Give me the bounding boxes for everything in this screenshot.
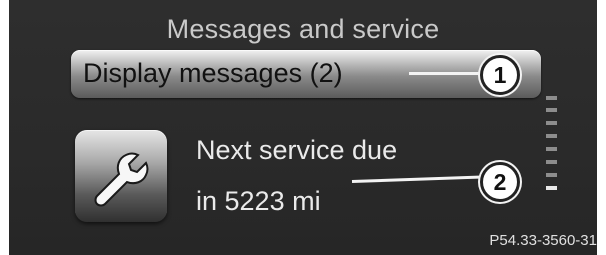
callout-leader-line	[409, 72, 481, 75]
scrollbar-tick	[546, 160, 557, 164]
scrollbar-tick	[546, 134, 557, 138]
scrollbar[interactable]	[546, 96, 558, 218]
wrench-icon	[75, 130, 167, 222]
scrollbar-tick-active	[546, 186, 557, 190]
display-frame: Messages and service Display messages (2…	[9, 0, 597, 255]
page-title: Messages and service	[166, 14, 440, 44]
scrollbar-tick	[546, 147, 557, 151]
scrollbar-tick	[546, 96, 557, 100]
wrench-glyph	[94, 152, 149, 207]
display-messages-label: Display messages (2)	[83, 58, 343, 88]
scrollbar-tick	[546, 108, 557, 112]
next-service-text: Next service due	[196, 135, 398, 165]
callout-marker-2: 2	[480, 162, 520, 202]
service-distance-text: in 5223 mi	[196, 186, 321, 216]
scrollbar-tick	[546, 121, 557, 125]
figure-reference-code: P54.33-3560-31	[489, 232, 597, 249]
callout-leader-line	[351, 175, 482, 183]
callout-marker-1: 1	[480, 55, 520, 95]
scrollbar-tick	[546, 173, 557, 177]
instrument-cluster-screen: Messages and service Display messages (2…	[9, 0, 597, 255]
